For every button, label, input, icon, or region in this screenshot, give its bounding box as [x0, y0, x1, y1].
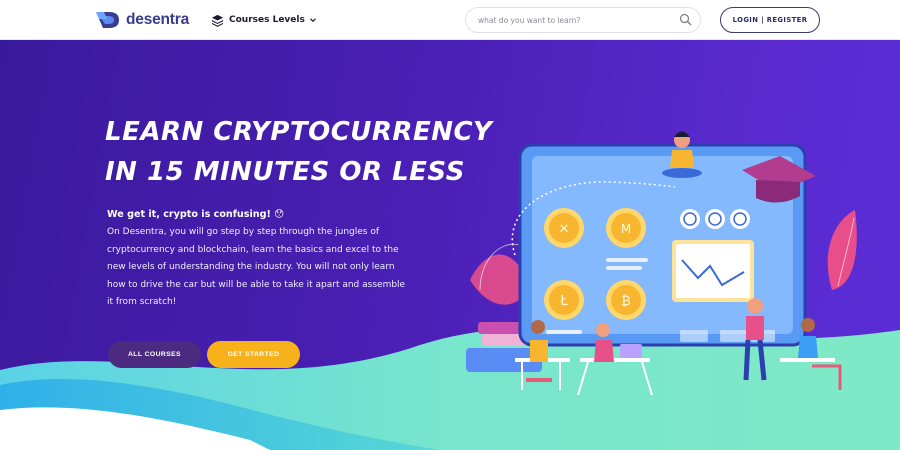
- chevron-down-icon: [309, 18, 316, 23]
- get-started-button[interactable]: GET STARTED: [207, 341, 300, 368]
- desentra-logo-icon: [96, 12, 119, 28]
- intro-lead: We get it, crypto is confusing! 😯: [107, 209, 285, 220]
- svg-text:✕: ✕: [559, 222, 570, 237]
- hero-headline: LEARN CRYPTOCURRENCY IN 15 MINUTES OR LE…: [105, 112, 505, 192]
- all-courses-button[interactable]: ALL COURSES: [108, 341, 201, 368]
- courses-levels-label: Courses Levels: [229, 15, 305, 25]
- crypto-learning-illustration: ✕ M Ł ₿: [466, 131, 857, 396]
- brand-name: desentra: [126, 11, 190, 28]
- search-input[interactable]: [478, 13, 668, 28]
- hero-intro: We get it, crypto is confusing! 😯 On Des…: [107, 207, 407, 312]
- svg-text:M: M: [621, 222, 631, 236]
- svg-text:Ł: Ł: [559, 294, 568, 309]
- layers-icon: [211, 14, 224, 27]
- top-navbar: desentra Courses Levels LOGIN | REGISTER: [0, 0, 900, 40]
- brand-logo[interactable]: desentra: [95, 9, 189, 31]
- login-register-button[interactable]: LOGIN | REGISTER: [720, 7, 820, 33]
- headline-line-1: LEARN CRYPTOCURRENCY: [105, 117, 493, 147]
- search-icon[interactable]: [679, 13, 692, 26]
- courses-levels-menu[interactable]: Courses Levels: [211, 12, 317, 28]
- intro-body: On Desentra, you will go step by step th…: [107, 227, 406, 307]
- headline-line-2: IN 15 MINUTES OR LESS: [105, 157, 465, 187]
- svg-text:₿: ₿: [621, 294, 631, 309]
- search-box: [465, 7, 701, 33]
- hero-section: LEARN CRYPTOCURRENCY IN 15 MINUTES OR LE…: [0, 40, 900, 450]
